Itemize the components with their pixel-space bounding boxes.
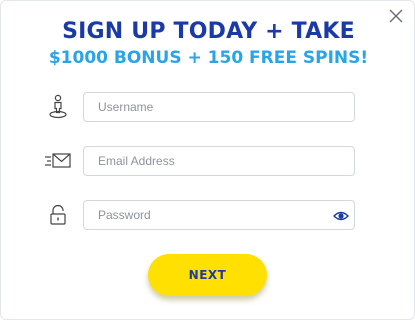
signup-modal: SIGN UP TODAY + TAKE $1000 BONUS + 150 F… xyxy=(0,0,415,320)
username-row xyxy=(43,92,355,122)
eye-icon xyxy=(333,211,349,221)
email-row xyxy=(43,146,355,176)
password-input[interactable] xyxy=(83,200,355,230)
headline: SIGN UP TODAY + TAKE xyxy=(62,19,355,44)
password-row xyxy=(43,200,355,230)
subheadline: $1000 BONUS + 150 FREE SPINS! xyxy=(48,48,369,68)
username-input[interactable] xyxy=(83,92,355,122)
user-location-icon xyxy=(43,92,73,122)
lock-icon xyxy=(43,200,73,230)
envelope-icon xyxy=(43,146,73,176)
next-button[interactable]: NEXT xyxy=(148,254,267,296)
email-input[interactable] xyxy=(83,146,355,176)
show-password-button[interactable] xyxy=(333,208,349,222)
